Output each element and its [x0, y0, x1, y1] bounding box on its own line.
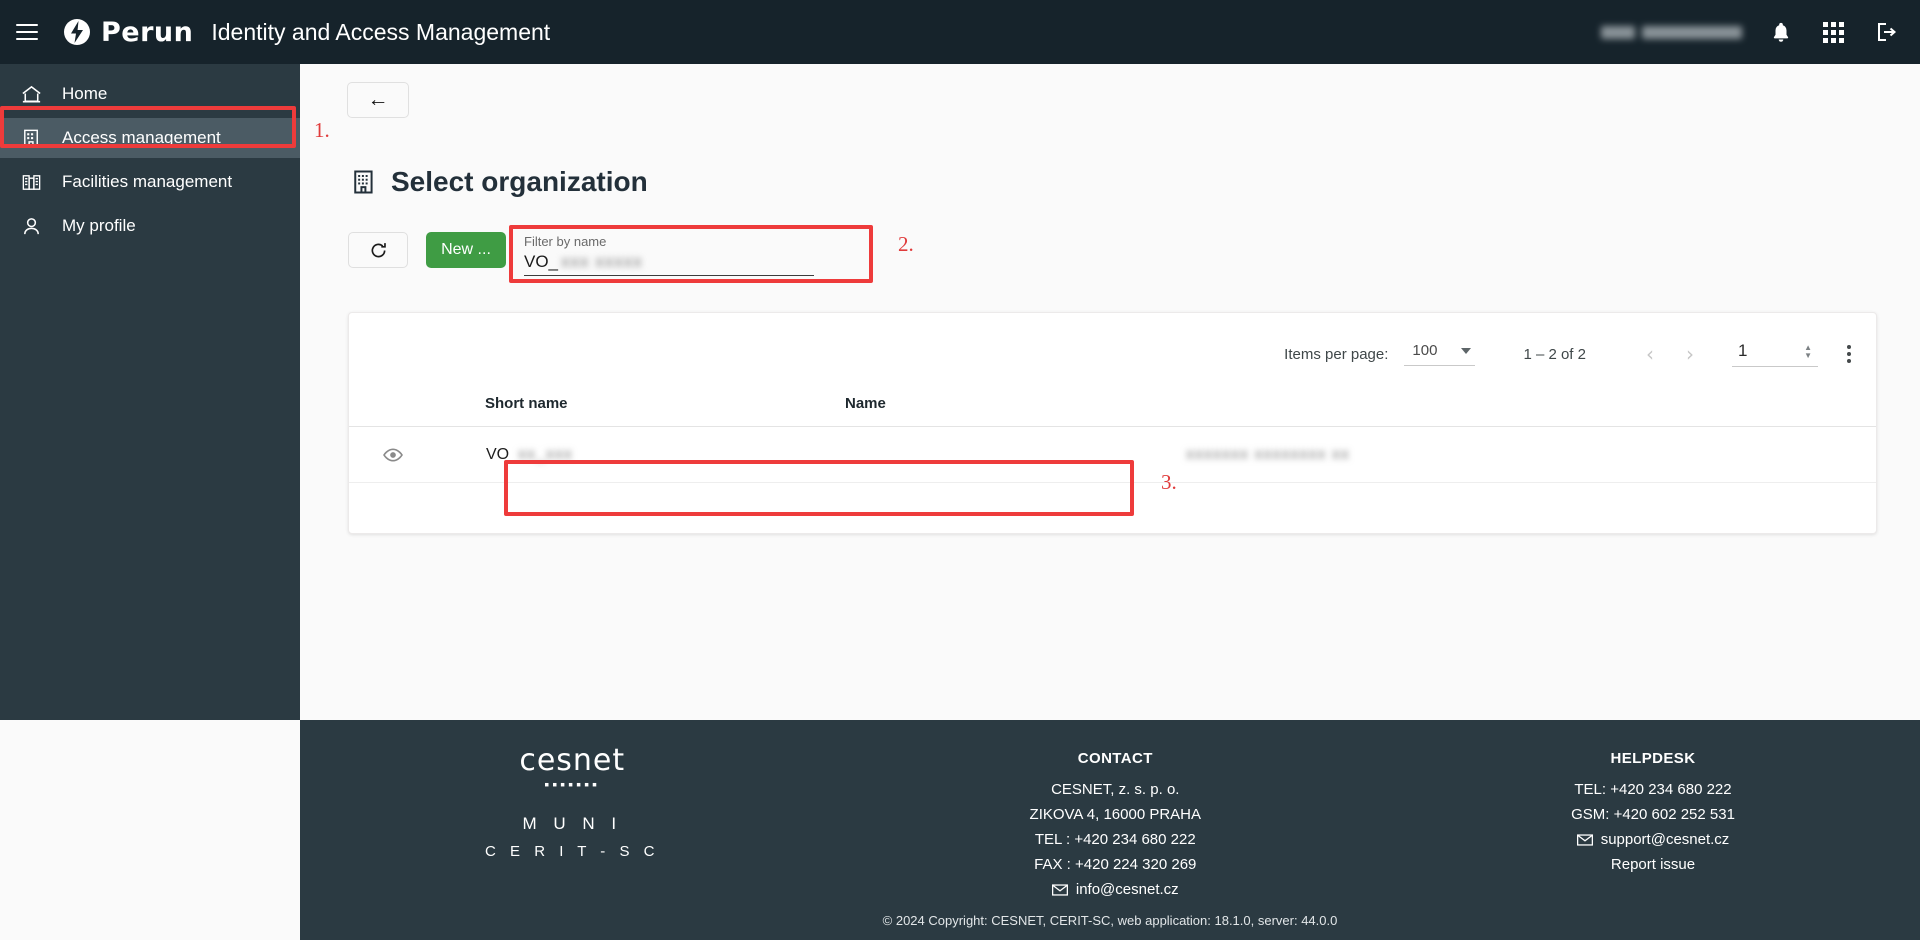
helpdesk-heading: HELPDESK: [1571, 746, 1735, 771]
cell-short-name: VO_xx_xxx: [485, 427, 845, 483]
next-page-button[interactable]: ›: [1670, 334, 1710, 374]
building-icon: [18, 125, 44, 151]
sidebar-item-label: Home: [62, 84, 107, 104]
facility-icon: [18, 169, 44, 195]
items-per-page-value: 100: [1412, 342, 1437, 359]
helpdesk-email[interactable]: support@cesnet.cz: [1601, 827, 1730, 852]
paginator: Items per page: 100 1 – 2 of 2 ‹ › 1 ▲▼: [349, 313, 1876, 395]
footer-contact: CONTACT CESNET, z. s. p. o. ZIKOVA 4, 16…: [1030, 746, 1201, 902]
organization-icon: [348, 166, 380, 198]
column-header-actions: [349, 395, 485, 427]
row-actions-cell: [349, 427, 485, 483]
items-per-page-label: Items per page:: [1284, 346, 1388, 363]
helpdesk-email-row[interactable]: support@cesnet.cz: [1571, 827, 1735, 852]
main-content: ← Select organization: [300, 64, 1920, 720]
items-per-page-select[interactable]: 100: [1404, 342, 1475, 366]
annotation-number-2: 2.: [898, 232, 914, 257]
contact-line: TEL : +420 234 680 222: [1030, 827, 1201, 852]
sidebar-item-facilities-management[interactable]: Facilities management: [0, 162, 300, 202]
perun-app-window: Perun Identity and Access Management: [0, 0, 1920, 940]
column-header-name: Name: [845, 395, 1876, 427]
mail-icon: [1052, 884, 1068, 896]
sidebar-item-label: Access management: [62, 128, 221, 148]
new-button[interactable]: New ...: [426, 232, 506, 268]
person-icon: [18, 213, 44, 239]
brand-logo[interactable]: Perun: [62, 16, 193, 48]
sidebar-item-label: My profile: [62, 216, 136, 236]
contact-line: FAX : +420 224 320 269: [1030, 852, 1201, 877]
annotation-number-3: 3.: [1161, 470, 1177, 495]
report-issue-link[interactable]: Report issue: [1571, 852, 1735, 877]
perun-bolt-icon: [62, 16, 92, 48]
annotation-number-1: 1.: [314, 118, 330, 143]
muni-logo: M U N I: [485, 811, 659, 836]
filter-value-prefix: VO_: [524, 252, 558, 272]
page-title-text: Select organization: [391, 166, 648, 198]
contact-line: ZIKOVA 4, 16000 PRAHA: [1030, 802, 1201, 827]
copyright-bar: © 2024 Copyright: CESNET, CERIT-SC, web …: [300, 912, 1920, 940]
organizations-card: Items per page: 100 1 – 2 of 2 ‹ › 1 ▲▼: [348, 312, 1877, 534]
name-redacted: xxxxxxx xxxxxxxx xx: [1186, 446, 1350, 464]
apps-grid-icon[interactable]: [1820, 19, 1846, 45]
table-body: VO_xx_xxx xxxxxxx xxxxxxxx xx: [349, 427, 1876, 483]
cell-name: xxxxxxx xxxxxxxx xx: [845, 427, 1876, 483]
sidebar: Home Access management: [0, 64, 300, 720]
cerit-sc-logo: C E R I T - S C: [485, 839, 659, 864]
stepper-icon[interactable]: ▲▼: [1804, 344, 1812, 359]
app-header: Perun Identity and Access Management: [0, 0, 1920, 64]
sidebar-item-my-profile[interactable]: My profile: [0, 206, 300, 246]
filter-value: VO_ xxx xxxxx: [524, 252, 814, 272]
home-icon: [18, 81, 44, 107]
table-toolbar: New ... Filter by name VO_ xxx xxxxx: [348, 232, 814, 276]
cesnet-logo-dots: ▪▪▪▪▪▪▪: [485, 772, 659, 797]
table-row[interactable]: VO_xx_xxx xxxxxxx xxxxxxxx xx: [349, 427, 1876, 483]
brand-name: Perun: [101, 17, 193, 48]
chevron-down-icon: [1461, 348, 1471, 354]
header-actions: [1601, 19, 1898, 45]
refresh-icon[interactable]: [348, 232, 408, 268]
helpdesk-line: TEL: +420 234 680 222: [1571, 777, 1735, 802]
logout-icon[interactable]: [1872, 19, 1898, 45]
table-head: Short name Name: [349, 395, 1876, 427]
filter-value-redacted: xxx xxxxx: [561, 252, 643, 272]
short-name-prefix: VO_: [486, 446, 518, 463]
sidebar-item-label: Facilities management: [62, 172, 232, 192]
contact-email-row[interactable]: info@cesnet.cz: [1030, 877, 1201, 902]
filter-by-name-input[interactable]: Filter by name VO_ xxx xxxxx: [524, 232, 814, 276]
page-footer: cesnet ▪▪▪▪▪▪▪ M U N I C E R I T - S C C…: [300, 720, 1920, 912]
helpdesk-line: GSM: +420 602 252 531: [1571, 802, 1735, 827]
short-name-redacted: xx_xxx: [518, 446, 573, 464]
contact-line: CESNET, z. s. p. o.: [1030, 777, 1201, 802]
page-number-value: 1: [1738, 341, 1747, 361]
user-name-label[interactable]: [1601, 26, 1742, 39]
page-title: Select organization: [348, 166, 648, 198]
page-number-input[interactable]: 1 ▲▼: [1732, 341, 1818, 367]
footer-logos: cesnet ▪▪▪▪▪▪▪ M U N I C E R I T - S C: [485, 746, 659, 864]
filter-label: Filter by name: [524, 234, 814, 249]
hamburger-icon[interactable]: [16, 17, 46, 47]
bell-icon[interactable]: [1768, 19, 1794, 45]
sidebar-item-home[interactable]: Home: [0, 74, 300, 114]
page-range-label: 1 – 2 of 2: [1523, 346, 1586, 363]
organizations-table: Short name Name: [349, 395, 1876, 483]
sidebar-item-access-management[interactable]: Access management: [0, 118, 300, 158]
contact-heading: CONTACT: [1030, 746, 1201, 771]
eye-icon[interactable]: [373, 444, 413, 466]
footer-helpdesk: HELPDESK TEL: +420 234 680 222 GSM: +420…: [1571, 746, 1735, 877]
table-header-row: Short name Name: [349, 395, 1876, 427]
contact-email[interactable]: info@cesnet.cz: [1076, 877, 1179, 902]
kebab-menu-icon[interactable]: [1836, 339, 1862, 369]
mail-icon: [1577, 834, 1593, 846]
app-title: Identity and Access Management: [211, 19, 550, 46]
back-button[interactable]: ←: [347, 82, 409, 118]
previous-page-button[interactable]: ‹: [1630, 334, 1670, 374]
column-header-short-name: Short name: [485, 395, 845, 427]
